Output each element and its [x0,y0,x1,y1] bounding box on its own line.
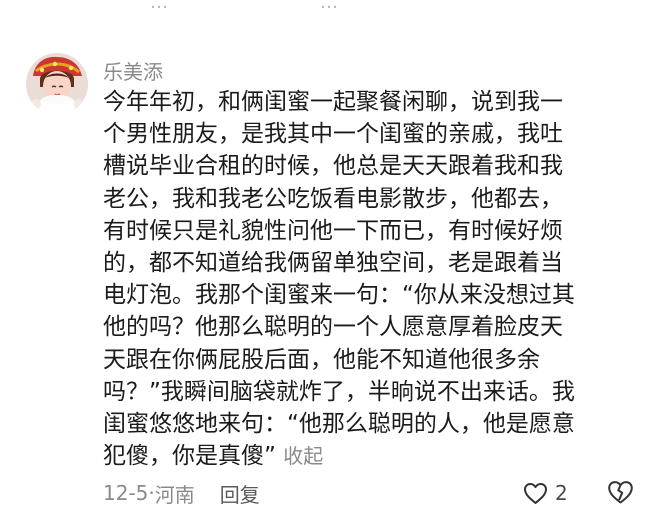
reply-button[interactable]: 回复 [220,479,260,508]
like-button[interactable]: 2 [523,479,568,507]
username[interactable]: 乐美添 [103,56,163,85]
like-count: 2 [555,481,568,505]
comment-line: 电灯泡。我那个闺蜜来一句：“你从来没想过其 [103,282,575,309]
comment-line: 今年年初，和俩闺蜜一起聚餐闲聊，说到我一 [103,89,563,115]
comment-line: 他的吗？他那么聪明的一个人愿意厚着脸皮天 [103,314,563,341]
broken-heart-icon [607,480,634,505]
heart-outline-icon [523,482,548,505]
comment-line: 闺蜜悠悠地来句：“他那么聪明的人，他是愿意 [103,411,575,438]
avatar-image [26,53,88,115]
comment-line: 老公，我和我老公吃饭看电影散步，他都去， [103,185,563,212]
dislike-button[interactable] [607,480,634,507]
comment-line: 槽说毕业合租的时候，他总是天天跟着我和我 [103,153,563,180]
comment-line: 个男性朋友，是我其中一个闺蜜的亲戚，我吐 [103,121,563,148]
comment-item: 乐美添 今年年初，和俩闺蜜一起聚餐闲聊，说到我一 个男性朋友，是我其中一个闺蜜的… [0,0,660,511]
comment-text: 今年年初，和俩闺蜜一起聚餐闲聊，说到我一 个男性朋友，是我其中一个闺蜜的亲戚，我… [103,86,643,472]
avatar[interactable] [26,53,88,115]
comment-date: 12-5 [103,481,149,505]
comment-line: 的，都不知道给我俩留单独空间，老是跟着当 [103,250,563,277]
comment-meta: 12-5 · 河南 回复 [103,479,260,508]
comment-last-line: 犯傻，你是真傻” 收起 [103,440,643,472]
comment-line: 天跟在你俩屁股后面，他能不知道他很多余 [103,346,540,373]
comment-location: 河南 [154,482,195,507]
comment-line: 吗？”我瞬间脑袋就炸了，半晌说不出来话。我 [103,378,575,405]
comment-line: 有时候只是礼貌性问他一下而已，有时候好烦 [103,217,563,244]
collapse-button[interactable]: 收起 [283,444,323,468]
comment-last-line-text: 犯傻，你是真傻” [103,443,276,470]
